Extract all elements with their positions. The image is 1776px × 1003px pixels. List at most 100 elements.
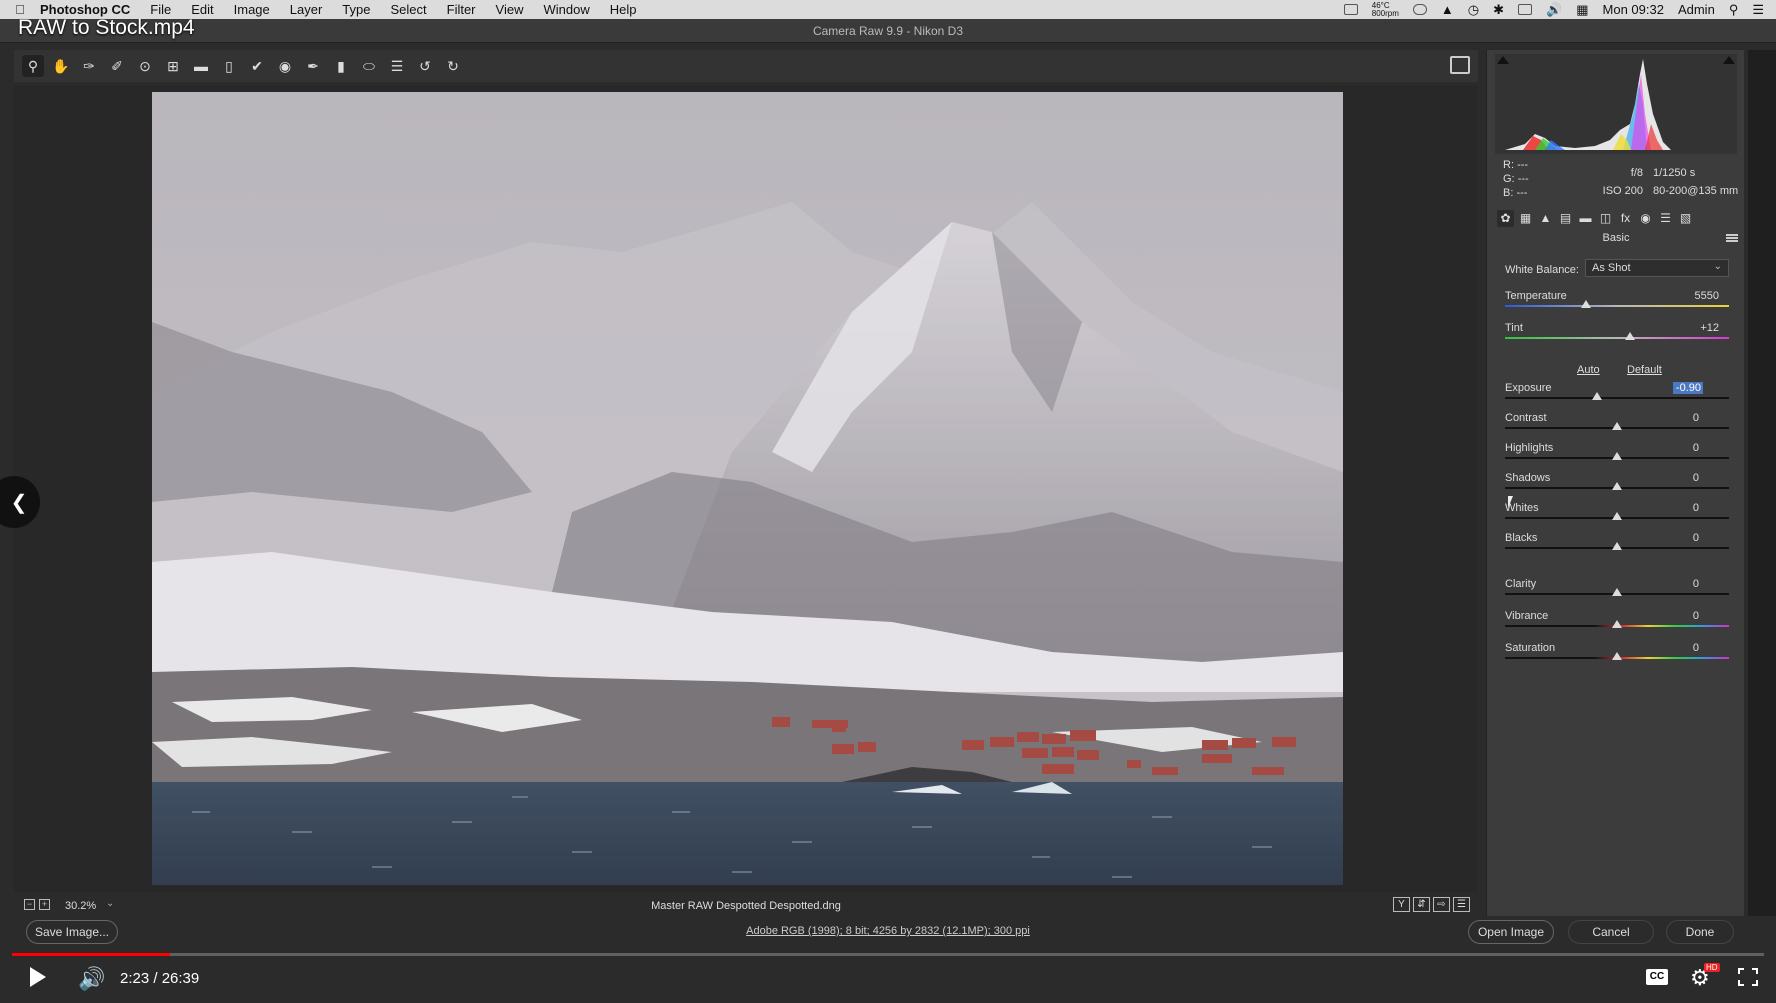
vibrance-slider[interactable]: Vibrance 0 xyxy=(1505,610,1731,636)
notification-center-icon[interactable]: ☰ xyxy=(1752,2,1764,18)
zoom-icon[interactable]: ⚲ xyxy=(22,55,44,77)
cancel-button[interactable]: Cancel xyxy=(1568,920,1654,944)
tone-curve-tab-icon[interactable]: ▦ xyxy=(1517,210,1534,227)
input-source-icon[interactable]: ▦ xyxy=(1576,2,1588,18)
menu-window[interactable]: Window xyxy=(543,2,589,17)
adjustment-brush-icon[interactable]: ✒ xyxy=(302,55,324,77)
slider-value[interactable]: 0 xyxy=(1669,642,1699,654)
slider-value[interactable]: 0 xyxy=(1669,610,1699,622)
slider-thumb[interactable] xyxy=(1625,332,1636,340)
slider-value[interactable]: 0 xyxy=(1669,578,1699,590)
slider-value[interactable]: 0 xyxy=(1669,442,1699,454)
volume-icon[interactable]: 🔊 xyxy=(78,966,105,992)
white-balance-icon[interactable]: ✑ xyxy=(78,55,100,77)
basic-tab-icon[interactable]: ✿ xyxy=(1497,209,1514,227)
auto-link[interactable]: Auto xyxy=(1577,364,1600,376)
effects-tab-icon[interactable]: fx xyxy=(1617,210,1634,227)
temperature-slider[interactable]: Temperature 5550 xyxy=(1505,290,1731,316)
camera-calibration-tab-icon[interactable]: ◉ xyxy=(1637,210,1654,227)
slider-value[interactable]: +12 xyxy=(1689,322,1719,334)
rotate-left-icon[interactable]: ↺ xyxy=(414,55,436,77)
menu-help[interactable]: Help xyxy=(610,2,637,17)
blacks-slider[interactable]: Blacks 0 xyxy=(1505,532,1731,558)
radial-filter-icon[interactable]: ⬭ xyxy=(358,55,380,77)
rotate-right-icon[interactable]: ↻ xyxy=(442,55,464,77)
app-menu[interactable]: Photoshop CC xyxy=(40,2,130,17)
temp-status[interactable]: 46°C 800rpm xyxy=(1372,1,1399,18)
slider-value[interactable]: 5550 xyxy=(1689,290,1719,302)
slider-value[interactable]: -0.90 xyxy=(1673,382,1703,394)
creative-cloud-icon[interactable] xyxy=(1412,4,1427,15)
detail-tab-icon[interactable]: ▲ xyxy=(1537,210,1554,227)
open-image-button[interactable]: Open Image xyxy=(1468,920,1554,944)
highlights-slider[interactable]: Highlights 0 xyxy=(1505,442,1731,468)
slider-thumb[interactable] xyxy=(1612,652,1622,660)
volume-status-icon[interactable]: 🔊 xyxy=(1546,2,1562,18)
copy-settings-icon[interactable]: ⇨ xyxy=(1433,897,1450,912)
slider-thumb[interactable] xyxy=(1612,452,1622,460)
lens-tab-icon[interactable]: ◫ xyxy=(1597,210,1614,227)
slider-thumb[interactable] xyxy=(1612,588,1622,596)
time-machine-icon[interactable]: ◷ xyxy=(1468,2,1479,18)
menu-filter[interactable]: Filter xyxy=(447,2,476,17)
contrast-slider[interactable]: Contrast 0 xyxy=(1505,412,1731,438)
bluetooth-icon[interactable]: ✱ xyxy=(1493,2,1504,18)
targeted-adjustment-icon[interactable]: ⊙ xyxy=(134,55,156,77)
slider-thumb[interactable] xyxy=(1612,422,1622,430)
captions-icon[interactable]: CC xyxy=(1646,969,1668,985)
hand-icon[interactable]: ✋ xyxy=(50,55,72,77)
slider-thumb[interactable] xyxy=(1580,300,1591,308)
done-button[interactable]: Done xyxy=(1666,920,1734,944)
snapshots-tab-icon[interactable]: ▧ xyxy=(1677,210,1694,227)
slider-thumb[interactable] xyxy=(1612,542,1622,550)
preferences-icon[interactable]: ☰ xyxy=(386,55,408,77)
menu-view[interactable]: View xyxy=(496,2,524,17)
exposure-slider[interactable]: Exposure -0.90 xyxy=(1505,382,1731,408)
color-sampler-icon[interactable]: ✐ xyxy=(106,55,128,77)
graduated-filter-icon[interactable]: ▮ xyxy=(330,55,352,77)
slider-value[interactable]: 0 xyxy=(1669,472,1699,484)
shadows-slider[interactable]: Shadows 0 xyxy=(1505,472,1731,498)
tint-slider[interactable]: Tint +12 xyxy=(1505,322,1731,348)
screen-record-icon[interactable] xyxy=(1343,4,1358,15)
split-toning-tab-icon[interactable]: ▬ xyxy=(1577,210,1594,227)
slider-track[interactable] xyxy=(1505,305,1729,307)
slider-track[interactable] xyxy=(1505,397,1729,399)
menu-image[interactable]: Image xyxy=(234,2,270,17)
before-after-toggle-icon[interactable]: Y xyxy=(1393,897,1410,912)
panel-menu-icon[interactable] xyxy=(1726,234,1738,242)
menu-type[interactable]: Type xyxy=(342,2,370,17)
default-link[interactable]: Default xyxy=(1627,364,1662,376)
display-icon[interactable] xyxy=(1518,4,1533,15)
spot-removal-icon[interactable]: ✔ xyxy=(246,55,268,77)
slider-thumb[interactable] xyxy=(1612,512,1622,520)
menu-layer[interactable]: Layer xyxy=(290,2,323,17)
flame-icon[interactable]: ▲ xyxy=(1441,2,1454,17)
play-icon[interactable] xyxy=(30,967,46,987)
white-balance-select[interactable]: As Shot ⌄ xyxy=(1585,259,1729,277)
apple-menu-icon[interactable]:  xyxy=(0,2,40,17)
saturation-slider[interactable]: Saturation 0 xyxy=(1505,642,1731,668)
transform-icon[interactable]: ▯ xyxy=(218,55,240,77)
straighten-icon[interactable]: ▬ xyxy=(190,55,212,77)
red-eye-icon[interactable]: ◉ xyxy=(274,55,296,77)
clock[interactable]: Mon 09:32 xyxy=(1603,2,1664,17)
slider-track[interactable] xyxy=(1505,337,1729,339)
fullscreen-toggle-icon[interactable] xyxy=(1450,56,1470,74)
menu-edit[interactable]: Edit xyxy=(191,2,213,17)
user-menu[interactable]: Admin xyxy=(1678,2,1715,17)
slider-thumb[interactable] xyxy=(1612,482,1622,490)
menu-file[interactable]: File xyxy=(150,2,171,17)
crop-icon[interactable]: ⊞ xyxy=(162,55,184,77)
slider-thumb[interactable] xyxy=(1612,620,1622,628)
slider-value[interactable]: 0 xyxy=(1669,502,1699,514)
toggle-settings-icon[interactable]: ☰ xyxy=(1453,897,1470,912)
hsl-tab-icon[interactable]: ▤ xyxy=(1557,210,1574,227)
video-progress-bar[interactable] xyxy=(12,953,1764,956)
slider-thumb[interactable] xyxy=(1591,392,1602,400)
photo-preview[interactable] xyxy=(152,92,1343,885)
swap-settings-icon[interactable]: ⇵ xyxy=(1413,897,1430,912)
slider-value[interactable]: 0 xyxy=(1669,412,1699,424)
menu-select[interactable]: Select xyxy=(390,2,426,17)
whites-slider[interactable]: Whites 0 xyxy=(1505,502,1731,528)
